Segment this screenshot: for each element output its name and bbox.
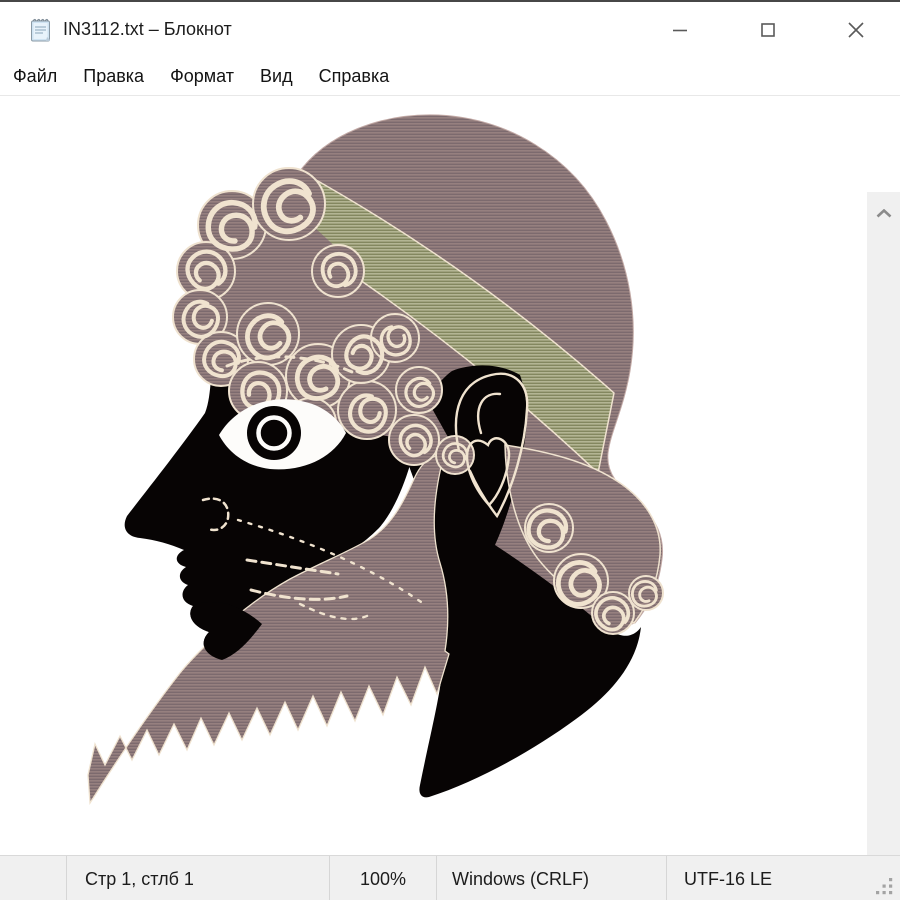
text-area[interactable]	[0, 97, 900, 855]
menubar: Файл Правка Формат Вид Справка	[0, 57, 900, 96]
status-zoom: 100%	[330, 856, 437, 900]
status-line-ending: Windows (CRLF)	[437, 856, 667, 900]
menu-view[interactable]: Вид	[247, 60, 306, 93]
menu-edit[interactable]: Правка	[70, 60, 157, 93]
status-cursor-position: Стр 1, стлб 1	[67, 856, 330, 900]
caption-buttons	[636, 2, 900, 57]
menu-help[interactable]: Справка	[306, 60, 403, 93]
vertical-scrollbar[interactable]	[867, 192, 900, 855]
close-icon	[845, 19, 867, 41]
encoding-text: UTF-16 LE	[684, 869, 772, 890]
line-ending-text: Windows (CRLF)	[452, 869, 589, 890]
titlebar[interactable]: IN3112.txt – Блокнот	[0, 2, 900, 57]
notepad-window: IN3112.txt – Блокнот Файл Правка Формат	[0, 0, 900, 900]
resize-grip[interactable]	[874, 876, 895, 897]
zoom-level-text: 100%	[360, 869, 406, 890]
minimize-icon	[670, 20, 690, 40]
statusbar: Стр 1, стлб 1 100% Windows (CRLF) UTF-16…	[0, 855, 900, 900]
greek-profile-figure	[0, 97, 867, 855]
close-button[interactable]	[812, 2, 900, 57]
notepad-icon	[29, 17, 53, 43]
status-encoding: UTF-16 LE	[667, 856, 900, 900]
scroll-up-button[interactable]	[867, 196, 900, 230]
cursor-position-text: Стр 1, стлб 1	[85, 869, 194, 890]
maximize-button[interactable]	[724, 2, 812, 57]
menu-format[interactable]: Формат	[157, 60, 247, 93]
status-spacer	[0, 856, 67, 900]
menu-file[interactable]: Файл	[0, 60, 70, 93]
minimize-button[interactable]	[636, 2, 724, 57]
chevron-up-icon	[876, 209, 892, 218]
maximize-icon	[758, 20, 778, 40]
window-title: IN3112.txt – Блокнот	[63, 19, 232, 40]
